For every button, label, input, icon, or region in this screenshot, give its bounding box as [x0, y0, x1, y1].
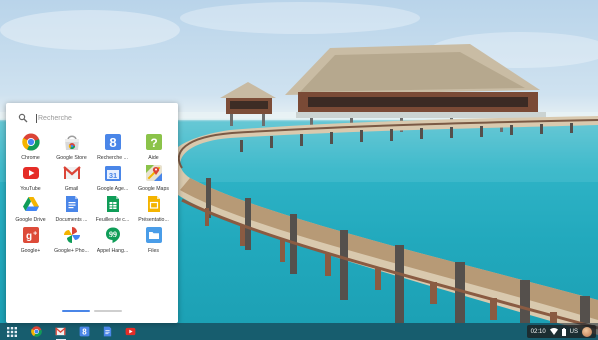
clock: 02:10 [530, 328, 546, 335]
app-label: Présentatio... [138, 217, 169, 223]
search-app-icon: 8 [104, 134, 121, 150]
shelf: 8 02:10 US [0, 323, 598, 340]
app-label: Appel Hang... [96, 248, 129, 254]
google-plus-icon: g + [22, 227, 39, 243]
app-google-agenda[interactable]: 31 Google Age... [92, 164, 133, 195]
svg-text:+: + [33, 231, 37, 238]
search-input[interactable] [36, 113, 168, 123]
youtube-icon [125, 327, 136, 336]
app-presentations[interactable]: Présentatio... [133, 195, 174, 226]
shelf-launcher-button[interactable] [6, 326, 17, 337]
search-icon [18, 113, 28, 123]
youtube-icon [22, 167, 39, 179]
app-recherche[interactable]: 8 Recherche ... [92, 133, 133, 164]
app-chrome[interactable]: Chrome [10, 133, 51, 164]
launcher-icon [6, 326, 17, 337]
app-gmail[interactable]: Gmail [51, 164, 92, 195]
svg-text:31: 31 [108, 171, 116, 180]
shelf-chrome[interactable] [31, 326, 42, 337]
app-label: YouTube [20, 186, 41, 192]
app-label: Google Store [56, 155, 87, 161]
app-google-plus[interactable]: g + Google+ [10, 226, 51, 257]
shelf-youtube[interactable] [125, 326, 136, 337]
drive-icon [22, 197, 39, 211]
system-tray[interactable]: 02:10 US [526, 325, 596, 338]
app-grid: Chrome Google Store 8 Recherche ... ? Ai… [10, 133, 174, 257]
svg-text:?: ? [150, 136, 157, 150]
gmail-icon [62, 166, 81, 179]
app-label: Chrome [21, 155, 40, 161]
app-label: Google+ [20, 248, 41, 254]
app-label: Aide [148, 155, 159, 161]
user-avatar [582, 326, 592, 337]
calendar-icon: 31 [104, 166, 121, 181]
app-label: Google Maps [138, 186, 169, 192]
app-label: Recherche ... [97, 155, 128, 161]
app-label: Feuilles de c... [95, 217, 130, 223]
chrome-icon [21, 133, 40, 151]
svg-text:8: 8 [82, 328, 87, 337]
battery-icon [561, 327, 566, 336]
wifi-icon [549, 328, 558, 335]
shelf-docs[interactable] [102, 326, 113, 337]
app-google-drive[interactable]: Google Drive [10, 195, 51, 226]
shelf-search[interactable]: 8 [79, 326, 90, 337]
store-icon [64, 135, 79, 150]
app-appel-hangouts[interactable]: 99 Appel Hang... [92, 226, 133, 257]
files-icon [145, 227, 162, 243]
app-youtube[interactable]: YouTube [10, 164, 51, 195]
app-google-store[interactable]: Google Store [51, 133, 92, 164]
keyboard-layout: US [569, 328, 578, 335]
chrome-icon [31, 326, 42, 337]
maps-icon [145, 165, 162, 181]
app-launcher: Chrome Google Store 8 [6, 103, 178, 323]
slides-icon [147, 196, 160, 212]
docs-icon [103, 326, 112, 337]
photos-icon [63, 227, 80, 243]
app-documents[interactable]: Documents ... [51, 195, 92, 226]
help-icon: ? [145, 134, 162, 150]
sheets-icon [106, 196, 119, 212]
app-label: Files [148, 248, 159, 254]
gmail-icon [55, 327, 66, 336]
page-indicator-2[interactable] [94, 310, 122, 312]
app-label: Google+ Pho... [54, 248, 89, 254]
search-app-icon: 8 [79, 326, 90, 337]
svg-text:g: g [25, 231, 31, 242]
app-label: Documents ... [55, 217, 88, 223]
launcher-page-switcher [62, 310, 122, 313]
app-feuilles-de-calcul[interactable]: Feuilles de c... [92, 195, 133, 226]
svg-text:8: 8 [109, 135, 116, 150]
app-label: Google Drive [15, 217, 46, 223]
hangouts-icon: 99 [105, 227, 120, 243]
app-label: Google Age... [96, 186, 129, 192]
launcher-search-box[interactable] [12, 109, 172, 127]
app-files[interactable]: Files [133, 226, 174, 257]
app-label: Gmail [64, 186, 79, 192]
app-google-maps[interactable]: Google Maps [133, 164, 174, 195]
app-aide[interactable]: ? Aide [133, 133, 174, 164]
svg-text:99: 99 [109, 230, 117, 239]
page-indicator-1[interactable] [62, 310, 90, 312]
shelf-gmail[interactable] [55, 326, 66, 337]
docs-icon [65, 196, 78, 212]
app-google-plus-photos[interactable]: Google+ Pho... [51, 226, 92, 257]
